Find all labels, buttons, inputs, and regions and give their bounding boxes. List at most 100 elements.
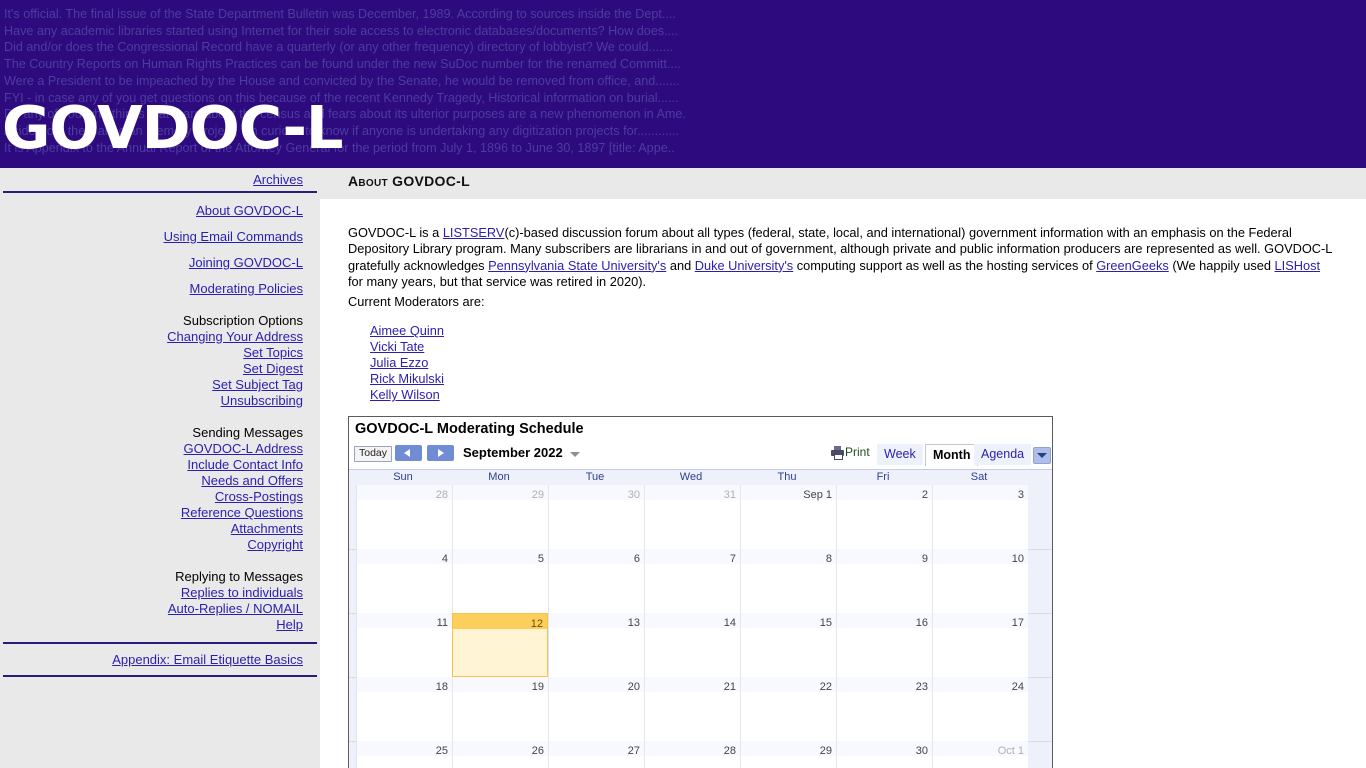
tab-month[interactable]: Month [925, 444, 979, 466]
moderator-link[interactable]: Kelly Wilson [370, 387, 444, 403]
print-button[interactable]: Print [831, 445, 870, 460]
sidebar-link-label[interactable]: Using Email Commands [164, 229, 303, 244]
calendar-day-cell-today[interactable]: 12 [452, 613, 548, 677]
sidebar-item-about-govdoc-l[interactable]: About GOVDOC-L [0, 193, 303, 219]
calendar-month-label: September 2022 [463, 445, 563, 460]
sidebar-item-moderating-policies[interactable]: Moderating Policies [0, 271, 303, 297]
moderator-link[interactable]: Aimee Quinn [370, 323, 444, 339]
calendar-day-cell[interactable]: 30 [548, 485, 644, 549]
sidebar-link-appendix[interactable]: Appendix: Email Etiquette Basics [112, 652, 303, 667]
calendar-day-cell[interactable]: 15 [740, 613, 836, 677]
sidebar-link-label[interactable]: Needs and Offers [201, 473, 303, 488]
moderator-link[interactable]: Vicki Tate [370, 339, 444, 355]
sidebar-item-set-topics[interactable]: Set Topics [0, 345, 303, 361]
calendar-day-number: 28 [435, 489, 448, 501]
calendar-day-cell[interactable]: 18 [356, 677, 452, 741]
calendar-day-cell[interactable]: 9 [836, 549, 932, 613]
sidebar-link-label[interactable]: Replies to individuals [181, 585, 303, 600]
calendar-day-cell[interactable]: 30 [836, 741, 932, 768]
calendar-day-cell[interactable]: 28 [644, 741, 740, 768]
calendar-day-cell[interactable]: 10 [932, 549, 1028, 613]
sidebar-link-label[interactable]: Changing Your Address [167, 329, 303, 344]
sidebar-item-replies-to-individuals[interactable]: Replies to individuals [0, 585, 303, 601]
sidebar-link-label[interactable]: Cross-Postings [215, 489, 303, 504]
next-month-button[interactable] [427, 445, 454, 461]
tab-week[interactable]: Week [877, 444, 923, 465]
link-penn-state[interactable]: Pennsylvania State University's [488, 258, 666, 273]
site-logo: GOVDOC-L [2, 93, 344, 162]
calendar-day-cell[interactable]: 8 [740, 549, 836, 613]
calendar-day-cell[interactable]: 2 [836, 485, 932, 549]
sidebar-link-label[interactable]: Joining GOVDOC-L [189, 255, 303, 270]
sidebar-link-label[interactable]: Set Subject Tag [212, 377, 303, 392]
sidebar-link-label[interactable]: Attachments [231, 521, 303, 536]
sidebar-item-copyright[interactable]: Copyright [0, 537, 303, 553]
calendar-day-cell[interactable]: 4 [356, 549, 452, 613]
view-dropdown-button[interactable] [1033, 447, 1051, 464]
sidebar-item-set-subject-tag[interactable]: Set Subject Tag [0, 377, 303, 393]
moderator-link[interactable]: Rick Mikulski [370, 371, 444, 387]
tab-agenda[interactable]: Agenda [974, 444, 1032, 465]
sidebar-item-set-digest[interactable]: Set Digest [0, 361, 303, 377]
sidebar-item-help[interactable]: Help [0, 617, 303, 633]
sidebar-item-appendix[interactable]: Appendix: Email Etiquette Basics [0, 644, 320, 675]
sidebar-item-archives[interactable]: Archives [0, 168, 303, 188]
calendar-day-cell[interactable]: 23 [836, 677, 932, 741]
sidebar-link-label[interactable]: Help [276, 617, 303, 632]
calendar-day-cell[interactable]: 13 [548, 613, 644, 677]
chevron-down-icon[interactable] [570, 452, 580, 457]
sidebar-link-label[interactable]: Moderating Policies [190, 281, 303, 296]
sidebar-link-label[interactable]: Unsubscribing [221, 393, 303, 408]
calendar-day-cell[interactable]: 28 [356, 485, 452, 549]
sidebar-link-label[interactable]: Set Digest [243, 361, 303, 376]
sidebar-link-label[interactable]: About GOVDOC-L [196, 203, 303, 218]
sidebar-link-label[interactable]: GOVDOC-L Address [184, 441, 303, 456]
calendar-day-cell[interactable]: 22 [740, 677, 836, 741]
calendar-day-cell[interactable]: 29 [452, 485, 548, 549]
sidebar-item-changing-your-address[interactable]: Changing Your Address [0, 329, 303, 345]
moderator-link[interactable]: Julia Ezzo [370, 355, 444, 371]
sidebar-link-label[interactable]: Reference Questions [181, 505, 303, 520]
sidebar-link-label[interactable]: Include Contact Info [187, 457, 303, 472]
calendar-day-cell[interactable]: 3 [932, 485, 1028, 549]
calendar-day-cell[interactable]: 17 [932, 613, 1028, 677]
calendar-day-cell[interactable]: 21 [644, 677, 740, 741]
sidebar-item-using-email-commands[interactable]: Using Email Commands [0, 219, 303, 245]
link-duke[interactable]: Duke University's [695, 258, 793, 273]
calendar-day-cell[interactable]: 6 [548, 549, 644, 613]
link-lishost[interactable]: LISHost [1275, 258, 1321, 273]
sidebar-item-unsubscribing[interactable]: Unsubscribing [0, 393, 303, 409]
sidebar-item-attachments[interactable]: Attachments [0, 521, 303, 537]
sidebar-item-govdoc-l-address[interactable]: GOVDOC-L Address [0, 441, 303, 457]
sidebar-item-cross-postings[interactable]: Cross-Postings [0, 489, 303, 505]
sidebar-item-reference-questions[interactable]: Reference Questions [0, 505, 303, 521]
sidebar-link-archives[interactable]: Archives [253, 172, 303, 187]
sidebar-link-label[interactable]: Copyright [247, 537, 303, 552]
calendar-day-cell[interactable]: 24 [932, 677, 1028, 741]
calendar-day-cell[interactable]: 7 [644, 549, 740, 613]
link-listserv[interactable]: LISTSERV [443, 225, 505, 240]
calendar-day-cell[interactable]: 25 [356, 741, 452, 768]
calendar-day-cell[interactable]: 27 [548, 741, 644, 768]
sidebar-item-joining-govdoc-l[interactable]: Joining GOVDOC-L [0, 245, 303, 271]
calendar-day-cell[interactable]: 29 [740, 741, 836, 768]
calendar-day-headers: Sun Mon Tue Wed Thu Fri Sat [349, 469, 1052, 486]
link-greengeeks[interactable]: GreenGeeks [1096, 258, 1169, 273]
previous-month-button[interactable] [395, 445, 422, 461]
calendar-day-cell[interactable]: Oct 1 [932, 741, 1028, 768]
calendar-day-cell[interactable]: 5 [452, 549, 548, 613]
calendar-day-cell[interactable]: 14 [644, 613, 740, 677]
calendar-day-cell[interactable]: 16 [836, 613, 932, 677]
calendar-day-cell[interactable]: 20 [548, 677, 644, 741]
calendar-day-cell[interactable]: 11 [356, 613, 452, 677]
calendar-day-cell[interactable]: 26 [452, 741, 548, 768]
sidebar-item-include-contact-info[interactable]: Include Contact Info [0, 457, 303, 473]
sidebar-item-auto-replies-nomail[interactable]: Auto-Replies / NOMAIL [0, 601, 303, 617]
today-button[interactable]: Today [354, 446, 393, 462]
sidebar-link-label[interactable]: Set Topics [243, 345, 303, 360]
sidebar-link-label[interactable]: Auto-Replies / NOMAIL [168, 601, 303, 616]
sidebar-item-needs-and-offers[interactable]: Needs and Offers [0, 473, 303, 489]
calendar-day-cell[interactable]: 19 [452, 677, 548, 741]
calendar-day-cell[interactable]: 31 [644, 485, 740, 549]
calendar-day-cell[interactable]: Sep 1 [740, 485, 836, 549]
